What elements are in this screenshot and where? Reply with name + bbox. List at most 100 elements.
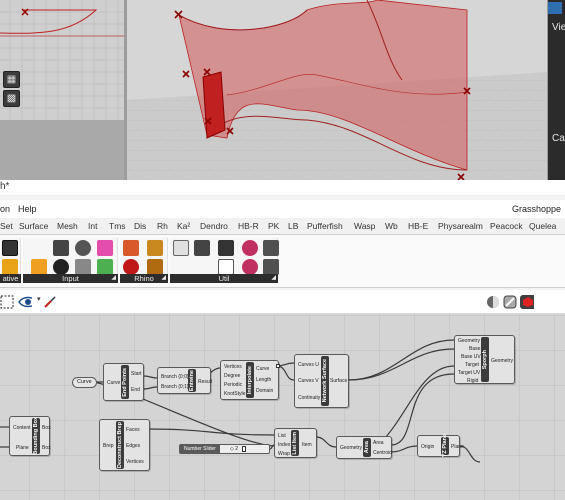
- deconstruct-brep-output-vertices[interactable]: Vertices: [126, 459, 144, 465]
- end-points-input-curve[interactable]: Curve: [107, 380, 120, 386]
- rhino-honeycomb-icon[interactable]: [147, 240, 163, 256]
- interpolate-input-periodic[interactable]: Periodic: [224, 382, 242, 388]
- interpolate-input-knotstyle[interactable]: KnotStyle: [224, 391, 245, 397]
- tab-pufferfish[interactable]: Pufferfish: [307, 221, 343, 231]
- menu-item-help[interactable]: Help: [18, 204, 37, 214]
- end-points-output-start[interactable]: Start: [131, 371, 142, 377]
- tab-ka2[interactable]: Ka²: [177, 221, 190, 231]
- preview-eye-icon[interactable]: [18, 295, 32, 309]
- area-input-geometry[interactable]: Geometry: [340, 445, 362, 451]
- area-output-centroid[interactable]: Centroid: [373, 450, 392, 456]
- tab-pk[interactable]: PK: [268, 221, 279, 231]
- sporph-input-base[interactable]: Base: [469, 346, 480, 352]
- bounding-box-output-box-2[interactable]: Box: [42, 445, 51, 451]
- sporph-input-geometry[interactable]: Geometry: [458, 338, 480, 344]
- tab-hb-e[interactable]: HB-E: [408, 221, 428, 231]
- util-arrow-icon[interactable]: [218, 240, 234, 256]
- entwine-output-result[interactable]: Result: [198, 379, 212, 385]
- sporph-input-rigid[interactable]: Rigid: [467, 378, 478, 384]
- tab-peacock[interactable]: Peacock: [490, 221, 523, 231]
- tab-hb-r[interactable]: HB-R: [238, 221, 259, 231]
- preview-selected-icon[interactable]: [520, 295, 534, 309]
- sporph-input-target[interactable]: Target: [465, 362, 479, 368]
- yz-plane-output-plane[interactable]: Plane: [451, 444, 464, 450]
- input-button-icon[interactable]: [75, 240, 91, 256]
- list-item-input-wrap[interactable]: Wrap: [278, 451, 290, 457]
- grid-icon[interactable]: ▦: [3, 71, 20, 88]
- input-toggle-icon[interactable]: [53, 240, 69, 256]
- tab-surface[interactable]: Surface: [19, 221, 48, 231]
- tab-dendro[interactable]: Dendro: [200, 221, 228, 231]
- util-flask-icon[interactable]: [242, 240, 258, 256]
- area-component[interactable]: Geometry Area Area Centroid: [336, 436, 392, 459]
- entwine-input-branch1[interactable]: Branch {0;1}: [161, 384, 189, 390]
- rhino-cherry-icon[interactable]: [123, 259, 139, 275]
- interpolate-input-vertices[interactable]: Vertices: [224, 364, 242, 370]
- preview-shaded-icon[interactable]: [486, 295, 500, 309]
- interpolate-output-domain[interactable]: Domain: [256, 388, 273, 394]
- tab-int[interactable]: Int: [88, 221, 97, 231]
- tab-mesh[interactable]: Mesh: [57, 221, 78, 231]
- grid-icon-2[interactable]: ▩: [3, 90, 20, 107]
- network-surface-input-curves-v[interactable]: Curves V: [298, 378, 319, 384]
- interpolate-component[interactable]: Vertices Degree Periodic KnotStyle Inter…: [220, 360, 280, 400]
- param-geometry-icon[interactable]: [2, 240, 18, 256]
- network-surface-input-continuity[interactable]: Continuity: [298, 395, 320, 401]
- list-item-input-list[interactable]: List: [278, 433, 286, 439]
- util-glasses-icon[interactable]: [173, 240, 189, 256]
- bounding-box-input-content[interactable]: Content: [13, 425, 31, 431]
- tab-set[interactable]: Set: [0, 221, 13, 231]
- preview-wire-icon[interactable]: [503, 295, 517, 309]
- deconstruct-brep-output-edges[interactable]: Edges: [126, 443, 140, 449]
- brush-icon[interactable]: [43, 295, 57, 309]
- util-helmet-icon[interactable]: [263, 240, 279, 256]
- rhino-bake-icon[interactable]: [123, 240, 139, 256]
- curve-param[interactable]: Curve: [72, 377, 97, 388]
- input-image-icon[interactable]: [31, 259, 47, 275]
- tab-wb[interactable]: Wb: [385, 221, 398, 231]
- tab-dis[interactable]: Dis: [134, 221, 146, 231]
- tab-quelea[interactable]: Quelea: [529, 221, 556, 231]
- bounding-box-output-box[interactable]: Box: [42, 425, 51, 431]
- input-matrix-icon[interactable]: [97, 259, 113, 275]
- entwine-input-branch0[interactable]: Branch {0;0}: [161, 374, 189, 380]
- sporph-input-base-uv[interactable]: Base UV: [461, 354, 481, 360]
- end-points-component[interactable]: Curve End Points Start End: [103, 363, 144, 401]
- tab-physarealm[interactable]: Physarealm: [438, 221, 483, 231]
- end-points-output-end[interactable]: End: [131, 387, 140, 393]
- viewport-perspective[interactable]: [127, 0, 547, 180]
- tab-tms[interactable]: Tms: [109, 221, 126, 231]
- network-surface-component[interactable]: Curves U Curves V Continuity Network Sur…: [294, 354, 349, 408]
- input-dial-icon[interactable]: [53, 259, 69, 275]
- preview-dropdown-icon[interactable]: ▾: [37, 295, 41, 303]
- selection-icon[interactable]: [0, 295, 14, 309]
- yz-plane-input-origin[interactable]: Origin: [421, 444, 434, 450]
- input-swatch-icon[interactable]: [75, 259, 91, 275]
- rhino-pattern-icon[interactable]: [147, 259, 163, 275]
- list-item-component[interactable]: List Index Wrap List Item Item: [274, 428, 317, 458]
- network-surface-input-curves-u[interactable]: Curves U: [298, 362, 319, 368]
- grasshopper-canvas[interactable]: Curve Curve End Points Start End Branch …: [0, 314, 565, 500]
- list-item-input-index[interactable]: Index: [278, 442, 290, 448]
- tab-lb[interactable]: LB: [288, 221, 298, 231]
- tab-wasp[interactable]: Wasp: [354, 221, 375, 231]
- menu-item-on[interactable]: on: [0, 204, 10, 214]
- interpolate-output-curve[interactable]: Curve: [256, 366, 269, 372]
- list-item-output-item[interactable]: Item: [302, 442, 312, 448]
- deconstruct-brep-component[interactable]: Brep Deconstruct Brep Faces Edges Vertic…: [99, 419, 150, 471]
- area-output-area[interactable]: Area: [373, 440, 384, 446]
- entwine-component[interactable]: Branch {0;0} Branch {0;1} Entwine Result: [157, 367, 212, 394]
- number-slider[interactable]: Number Slider ◇ 2: [179, 444, 270, 454]
- util-molecule-icon[interactable]: [242, 259, 258, 275]
- param-flame-icon[interactable]: [2, 259, 18, 275]
- sporph-component[interactable]: Geometry Base Base UV Target Target UV R…: [454, 335, 515, 384]
- bounding-box-input-plane[interactable]: Plane: [16, 445, 29, 451]
- input-gradient-icon[interactable]: [97, 240, 113, 256]
- deconstruct-brep-input-brep[interactable]: Brep: [103, 443, 114, 449]
- sporph-input-target-uv[interactable]: Target UV: [458, 370, 480, 376]
- util-outline-arrow-icon[interactable]: [218, 259, 234, 275]
- yz-plane-component[interactable]: Origin YZ Plane Plane: [417, 434, 464, 458]
- bounding-box-component[interactable]: Content Plane Bounding Box Box Box: [9, 416, 51, 456]
- interpolate-input-degree[interactable]: Degree: [224, 373, 240, 379]
- util-helmet2-icon[interactable]: [263, 259, 279, 275]
